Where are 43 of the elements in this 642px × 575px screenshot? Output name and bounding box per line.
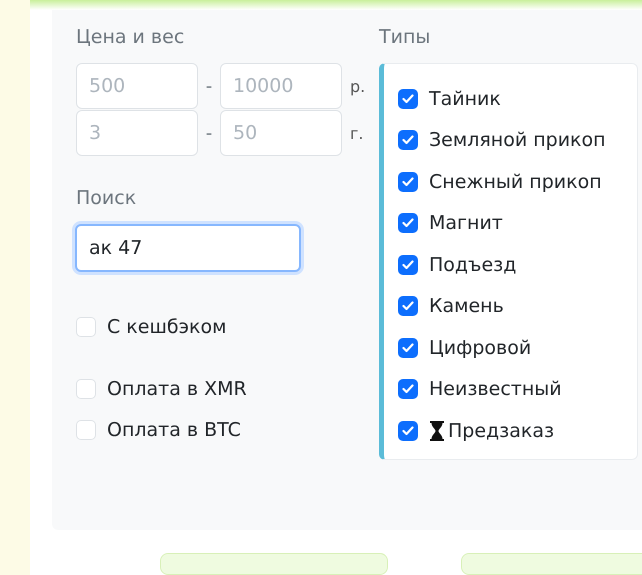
option-label: С кешбэком (107, 316, 226, 338)
option-label: Оплата в XMR (107, 378, 247, 400)
type-label: Тайник (429, 88, 501, 110)
checkbox[interactable] (398, 379, 418, 400)
section-title: Типы (379, 25, 432, 50)
type-label: Цифровой (429, 336, 532, 359)
input-field[interactable]: 10000 (220, 63, 342, 109)
checkbox[interactable] (398, 88, 418, 109)
checkmark-icon (402, 135, 414, 146)
input-field[interactable]: 50 (220, 110, 342, 156)
checkmark-icon (402, 260, 414, 270)
search-field[interactable]: ак 47 (75, 224, 301, 272)
range-separator: - (204, 76, 214, 96)
option-label: Оплата в BTC (107, 418, 241, 440)
checkmark-icon (402, 218, 414, 228)
checkmark-icon (402, 176, 414, 187)
section-title: Поиск (76, 186, 138, 211)
checkbox[interactable] (398, 296, 418, 316)
hourglass-icon (429, 420, 445, 442)
type-label: Неизвестный (429, 378, 562, 400)
type-label: Камень (429, 295, 504, 318)
unit-label: р. (350, 76, 366, 96)
checkbox[interactable] (398, 420, 418, 441)
type-label: Снежный прикоп (429, 170, 602, 193)
checkmark-icon (402, 94, 414, 104)
input-field[interactable]: 3 (76, 110, 198, 156)
section-title: Цена и вес (76, 25, 186, 50)
input-field[interactable]: 500 (76, 63, 198, 109)
type-label: Магнит (429, 212, 503, 234)
checkbox[interactable] (398, 254, 418, 275)
checkmark-icon (402, 384, 414, 394)
checkbox[interactable] (398, 213, 418, 234)
checkmark-icon (402, 301, 414, 312)
checkbox[interactable] (398, 130, 418, 150)
unit-label: г. (350, 124, 364, 142)
checkbox[interactable] (398, 172, 418, 192)
type-label: Подъезд (429, 254, 516, 276)
type-label: Предзаказ (448, 420, 554, 442)
checkmark-icon (402, 426, 414, 436)
type-label: Земляной прикоп (429, 129, 606, 152)
range-separator: - (204, 122, 214, 144)
checkbox[interactable] (398, 338, 418, 358)
checkmark-icon (402, 342, 414, 353)
